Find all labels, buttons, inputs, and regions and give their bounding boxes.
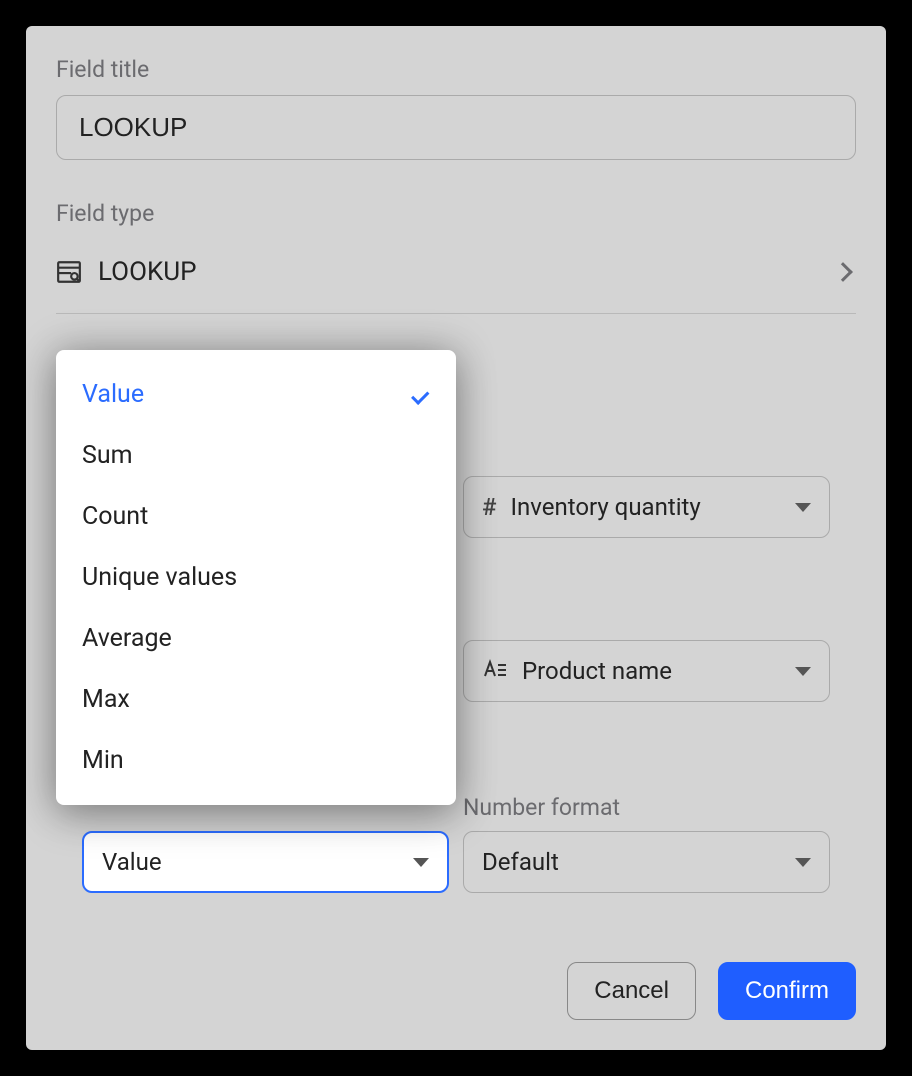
dropdown-option-label: Sum — [82, 441, 430, 470]
dropdown-option-label: Min — [82, 746, 430, 775]
dropdown-option[interactable]: Value — [56, 364, 456, 425]
field-type-selector[interactable]: LOOKUP — [56, 239, 856, 314]
aggregate-function-value: Value — [102, 848, 399, 876]
product-name-value: Product name — [522, 657, 781, 685]
dropdown-option-label: Unique values — [82, 563, 430, 592]
inventory-quantity-select[interactable]: # Inventory quantity — [463, 476, 830, 538]
dropdown-option-label: Max — [82, 685, 430, 714]
caret-down-icon — [795, 503, 811, 512]
number-format-label: Number format — [463, 794, 830, 821]
number-format-value: Default — [482, 848, 781, 876]
number-format-select[interactable]: Default — [463, 831, 830, 893]
check-icon — [408, 384, 430, 406]
dropdown-option-label: Average — [82, 624, 430, 653]
confirm-button[interactable]: Confirm — [718, 962, 856, 1020]
caret-down-icon — [413, 858, 429, 867]
dropdown-option[interactable]: Count — [56, 486, 456, 547]
field-type-value: LOOKUP — [98, 257, 820, 287]
field-title-label: Field title — [56, 56, 856, 83]
aggregate-function-select[interactable]: Value — [82, 831, 449, 893]
text-field-icon — [482, 657, 508, 685]
caret-down-icon — [795, 667, 811, 676]
inventory-quantity-value: Inventory quantity — [510, 493, 781, 521]
product-name-select[interactable]: Product name — [463, 640, 830, 702]
field-type-label: Field type — [56, 200, 856, 227]
dropdown-option[interactable]: Min — [56, 730, 456, 791]
dropdown-option[interactable]: Sum — [56, 425, 456, 486]
dropdown-option[interactable]: Max — [56, 669, 456, 730]
caret-down-icon — [795, 858, 811, 867]
chevron-right-icon — [833, 262, 853, 282]
dropdown-option[interactable]: Average — [56, 608, 456, 669]
cancel-button[interactable]: Cancel — [567, 962, 696, 1020]
dropdown-option-label: Value — [82, 380, 408, 409]
dropdown-option[interactable]: Unique values — [56, 547, 456, 608]
dropdown-option-label: Count — [82, 502, 430, 531]
aggregate-function-dropdown: Value Sum Count Unique values Average Max Min — [56, 350, 456, 805]
lookup-icon — [56, 259, 82, 285]
field-title-input[interactable] — [56, 95, 856, 160]
hash-icon: # — [482, 493, 496, 521]
